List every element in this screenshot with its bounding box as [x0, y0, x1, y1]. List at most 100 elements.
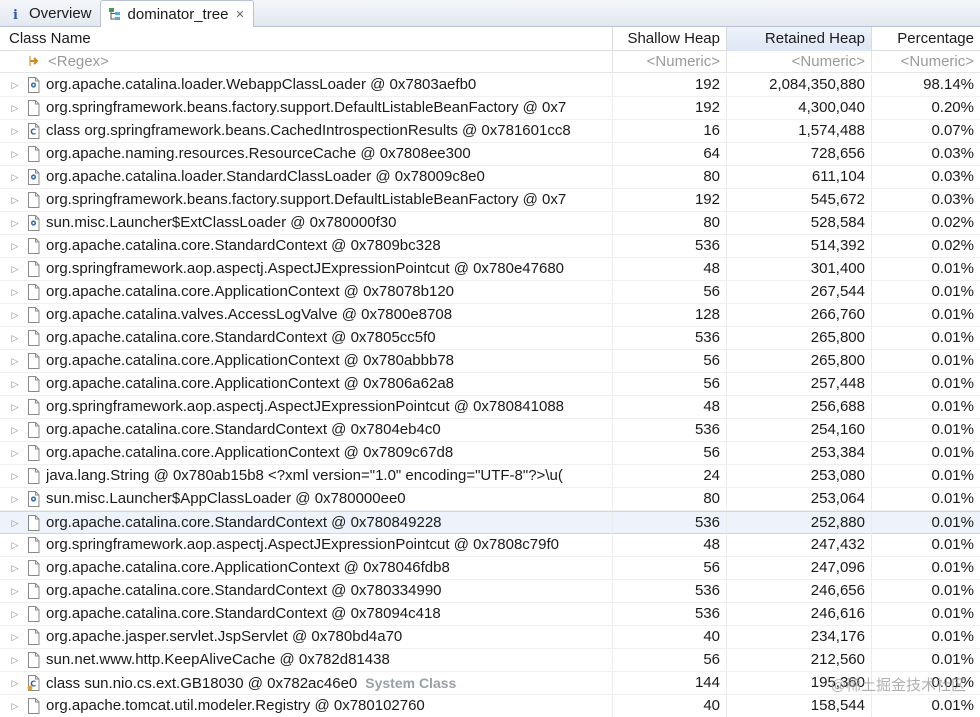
expand-arrow-icon[interactable]: ▷	[8, 512, 22, 534]
table-row[interactable]: ▷ org.apache.naming.resources.ResourceCac…	[0, 143, 980, 166]
expand-arrow-icon[interactable]: ▷	[8, 396, 22, 418]
percentage-cell: 0.01%	[931, 421, 974, 438]
shallow-heap-filter-input[interactable]: <Numeric>	[613, 51, 727, 73]
object-label: org.springframework.aop.aspectj.AspectJE…	[46, 260, 565, 277]
table-row[interactable]: ▷ org.apache.catalina.loader.WebappClassL…	[0, 74, 980, 97]
percentage-filter-input[interactable]: <Numeric>	[872, 51, 980, 73]
expand-arrow-icon[interactable]: ▷	[8, 143, 22, 165]
object-name: org.apache.tomcat.util.modeler.Registry …	[46, 695, 606, 717]
column-header-percentage[interactable]: Percentage	[872, 27, 980, 51]
table-row[interactable]: ▷ org.apache.catalina.core.StandardContex…	[0, 235, 980, 258]
table-row[interactable]: ▷ Cclass org.springframework.beans.Cached…	[0, 120, 980, 143]
retained-heap-cell: 728,656	[727, 143, 872, 165]
shallow-heap-cell: 40	[613, 695, 727, 717]
tab-dominator-tree[interactable]: dominator_tree ✕	[99, 0, 254, 27]
tab-overview[interactable]: i Overview	[2, 1, 100, 26]
percentage-cell: 0.01%	[931, 467, 974, 484]
table-row[interactable]: ▷ org.apache.catalina.loader.StandardClas…	[0, 166, 980, 189]
table-row[interactable]: ▷ sun.net.www.http.KeepAliveCache @ 0x782…	[0, 649, 980, 672]
table-row[interactable]: ▷ org.apache.catalina.core.ApplicationCon…	[0, 373, 980, 396]
class-name-filter-input[interactable]: <Regex>	[48, 53, 109, 70]
expand-arrow-icon[interactable]: ▷	[8, 442, 22, 464]
table-row[interactable]: ▷ org.apache.catalina.core.StandardContex…	[0, 327, 980, 350]
table-row[interactable]: ▷ java.lang.String @ 0x780ab15b8 <?xml ve…	[0, 465, 980, 488]
object-name: org.springframework.aop.aspectj.AspectJE…	[46, 534, 606, 556]
retained-heap-cell: 256,688	[727, 396, 872, 418]
table-row[interactable]: ▷ org.springframework.aop.aspectj.AspectJ…	[0, 396, 980, 419]
expand-arrow-icon[interactable]: ▷	[8, 373, 22, 395]
expand-arrow-icon[interactable]: ▷	[8, 166, 22, 188]
object-icon	[27, 537, 40, 553]
expand-arrow-icon[interactable]: ▷	[8, 212, 22, 234]
expand-arrow-icon[interactable]: ▷	[8, 465, 22, 487]
table-row[interactable]: ▷ org.springframework.aop.aspectj.AspectJ…	[0, 534, 980, 557]
expand-arrow-icon[interactable]: ▷	[8, 97, 22, 119]
shallow-heap-cell: 56	[613, 373, 727, 395]
table-row[interactable]: ▷ org.apache.catalina.core.StandardContex…	[0, 419, 980, 442]
column-header-shallow-heap[interactable]: Shallow Heap	[613, 27, 727, 51]
svg-text:C: C	[30, 128, 36, 137]
shallow-heap-cell: 56	[613, 649, 727, 671]
table-row[interactable]: ▷ org.apache.catalina.core.StandardContex…	[0, 603, 980, 626]
expand-arrow-icon[interactable]: ▷	[8, 281, 22, 303]
table-row[interactable]: ▷ org.apache.jasper.servlet.JspServlet @ …	[0, 626, 980, 649]
table-row[interactable]: ▷ org.apache.catalina.core.ApplicationCon…	[0, 350, 980, 373]
expand-arrow-icon[interactable]: ▷	[8, 672, 22, 694]
expand-arrow-icon[interactable]: ▷	[8, 304, 22, 326]
retained-heap-cell: 257,448	[727, 373, 872, 395]
table-row[interactable]: ▷ org.apache.catalina.core.ApplicationCon…	[0, 281, 980, 304]
expand-arrow-icon[interactable]: ▷	[8, 327, 22, 349]
retained-heap-cell: 611,104	[727, 166, 872, 188]
object-icon	[27, 353, 40, 369]
expand-arrow-icon[interactable]: ▷	[8, 419, 22, 441]
retained-heap-filter-input[interactable]: <Numeric>	[727, 51, 872, 73]
retained-heap-cell: 212,560	[727, 649, 872, 671]
tree-icon	[107, 6, 123, 22]
expand-arrow-icon[interactable]: ▷	[8, 74, 22, 96]
expand-arrow-icon[interactable]: ▷	[8, 189, 22, 211]
class-name-cell: ▷ Cclass org.springframework.beans.Cached…	[0, 120, 613, 142]
object-icon	[27, 583, 40, 599]
object-label: org.apache.catalina.loader.StandardClass…	[46, 168, 485, 185]
expand-arrow-icon[interactable]: ▷	[8, 580, 22, 602]
classloader-icon	[27, 169, 40, 185]
table-row[interactable]: ▷ org.apache.catalina.core.ApplicationCon…	[0, 557, 980, 580]
table-row[interactable]: ▷ org.springframework.aop.aspectj.AspectJ…	[0, 258, 980, 281]
retained-heap-cell: 265,800	[727, 327, 872, 349]
table-row[interactable]: ▷ sun.misc.Launcher$ExtClassLoader @ 0x78…	[0, 212, 980, 235]
expand-arrow-icon[interactable]: ▷	[8, 488, 22, 510]
object-name: java.lang.String @ 0x780ab15b8 <?xml ver…	[46, 465, 606, 487]
shallow-heap-cell: 64	[613, 143, 727, 165]
table-row[interactable]: ▷ org.springframework.beans.factory.suppo…	[0, 97, 980, 120]
expand-arrow-icon[interactable]: ▷	[8, 534, 22, 556]
percentage-cell: 0.03%	[931, 191, 974, 208]
tab-overview-label: Overview	[29, 5, 92, 22]
table-row[interactable]: ▷ Cclass sun.nio.cs.ext.GB18030 @ 0x782ac…	[0, 672, 980, 695]
shallow-heap-cell: 192	[613, 97, 727, 119]
table-row[interactable]: ▷ sun.misc.Launcher$AppClassLoader @ 0x78…	[0, 488, 980, 511]
table-row[interactable]: ▷ org.apache.catalina.valves.AccessLogVal…	[0, 304, 980, 327]
expand-arrow-icon[interactable]: ▷	[8, 603, 22, 625]
expand-arrow-icon[interactable]: ▷	[8, 695, 22, 717]
table-row[interactable]: ▷ org.apache.catalina.core.StandardContex…	[0, 580, 980, 603]
class-name-cell: ▷ org.apache.catalina.loader.StandardClas…	[0, 166, 613, 188]
close-icon[interactable]: ✕	[235, 8, 244, 21]
class-name-filter-cell[interactable]: <Regex>	[0, 51, 613, 73]
retained-heap-cell: 4,300,040	[727, 97, 872, 119]
object-name: org.apache.catalina.core.StandardContext…	[46, 580, 606, 602]
column-header-class-name[interactable]: Class Name	[0, 27, 613, 51]
expand-arrow-icon[interactable]: ▷	[8, 120, 22, 142]
table-row[interactable]: ▷ org.apache.catalina.core.ApplicationCon…	[0, 442, 980, 465]
shallow-heap-cell: 16	[613, 120, 727, 142]
expand-arrow-icon[interactable]: ▷	[8, 557, 22, 579]
table-row[interactable]: ▷ org.springframework.beans.factory.suppo…	[0, 189, 980, 212]
expand-arrow-icon[interactable]: ▷	[8, 258, 22, 280]
expand-arrow-icon[interactable]: ▷	[8, 649, 22, 671]
expand-arrow-icon[interactable]: ▷	[8, 626, 22, 648]
column-header-retained-heap[interactable]: Retained Heap	[727, 27, 872, 51]
table-row[interactable]: ▷ org.apache.catalina.core.StandardContex…	[0, 511, 980, 534]
object-name: class sun.nio.cs.ext.GB18030 @ 0x782ac46…	[46, 672, 606, 694]
table-row[interactable]: ▷ org.apache.tomcat.util.modeler.Registry…	[0, 695, 980, 717]
expand-arrow-icon[interactable]: ▷	[8, 235, 22, 257]
expand-arrow-icon[interactable]: ▷	[8, 350, 22, 372]
